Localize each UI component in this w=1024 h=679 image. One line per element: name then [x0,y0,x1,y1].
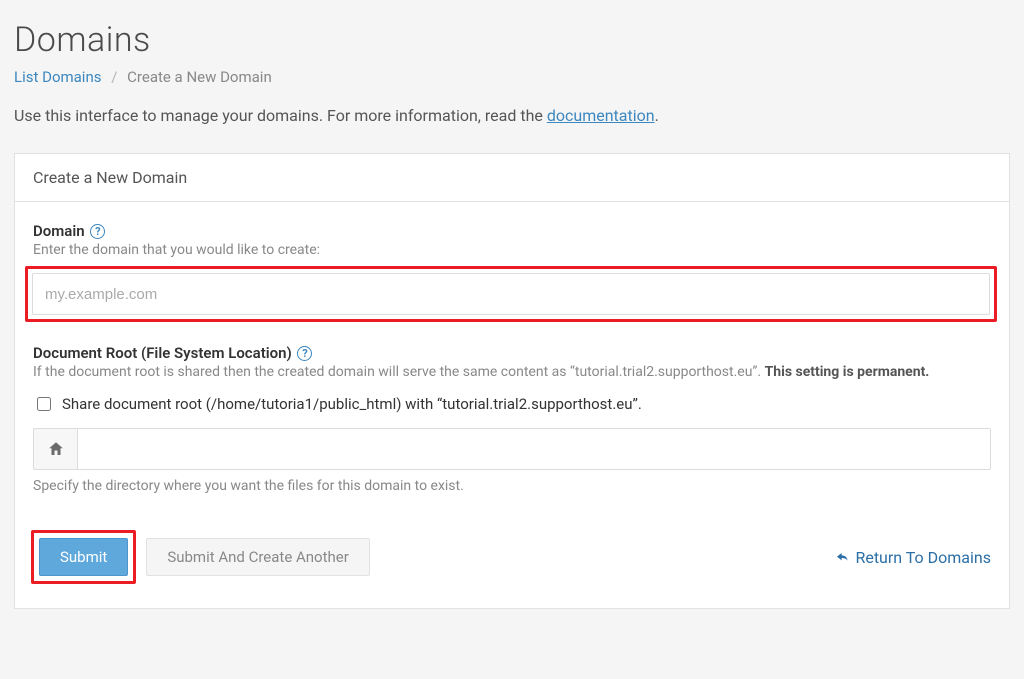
breadcrumb: List Domains / Create a New Domain [14,68,1010,86]
domain-label: Domain [33,222,85,240]
domain-group: Domain ? Enter the domain that you would… [33,222,991,322]
create-domain-panel: Create a New Domain Domain ? Enter the d… [14,153,1010,609]
home-icon [33,428,77,470]
breadcrumb-separator: / [111,68,117,86]
domain-input[interactable] [32,273,990,315]
action-row: Submit Submit And Create Another Return … [33,530,991,584]
submit-highlight: Submit [31,530,136,584]
docroot-label: Document Root (File System Location) [33,344,292,362]
intro-suffix: . [655,106,659,125]
intro-prefix: Use this interface to manage your domain… [14,106,547,125]
help-icon[interactable]: ? [297,346,312,361]
submit-another-button[interactable]: Submit And Create Another [146,538,370,576]
help-icon[interactable]: ? [90,224,105,239]
breadcrumb-current: Create a New Domain [127,68,272,86]
share-docroot-checkbox[interactable] [37,397,51,411]
return-to-domains-link[interactable]: Return To Domains [833,548,991,567]
return-to-domains-label: Return To Domains [855,548,991,567]
domain-hint: Enter the domain that you would like to … [33,242,991,258]
return-arrow-icon [833,549,849,565]
docroot-path-group [33,428,991,470]
documentation-link[interactable]: documentation [547,106,655,125]
domain-input-highlight [25,266,997,322]
share-docroot-row[interactable]: Share document root (/home/tutoria1/publ… [33,394,991,414]
breadcrumb-root-link[interactable]: List Domains [14,68,101,86]
docroot-path-input[interactable] [77,428,991,470]
docroot-hint: If the document root is shared then the … [33,364,991,380]
docroot-group: Document Root (File System Location) ? I… [33,344,991,494]
share-docroot-label: Share document root (/home/tutoria1/publ… [62,395,642,413]
page-title: Domains [14,20,1010,60]
docroot-hint-prefix: If the document root is shared then the … [33,364,765,380]
docroot-hint-bold: This setting is permanent. [765,364,930,380]
docroot-spec-hint: Specify the directory where you want the… [33,478,991,494]
panel-header: Create a New Domain [15,154,1009,202]
submit-button[interactable]: Submit [39,538,128,576]
intro-text: Use this interface to manage your domain… [14,106,1010,125]
